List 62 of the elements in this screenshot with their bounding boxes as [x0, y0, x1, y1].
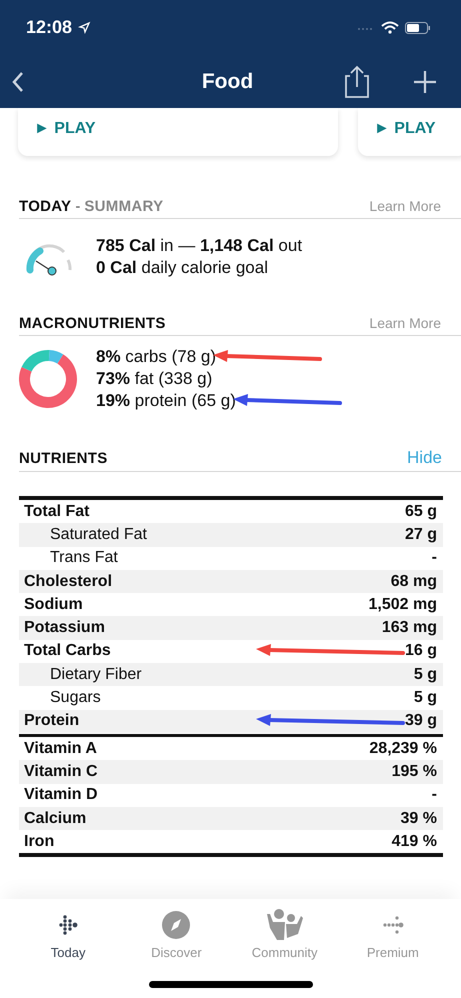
- nutrient-value: -: [432, 549, 437, 568]
- nutrient-value: 195 %: [392, 762, 437, 781]
- nutrient-name: Protein: [24, 712, 80, 730]
- compass-icon: [161, 910, 192, 940]
- macro-summary: 19% protein (65 g): [96, 391, 236, 411]
- dots-icon: [382, 914, 404, 936]
- nutrient-name: Trans Fat: [49, 549, 118, 568]
- battery-icon: [405, 22, 431, 34]
- nutrient-name: Vitamin D: [24, 786, 98, 804]
- tab-item[interactable]: Community: [240, 909, 330, 967]
- learn-more-link[interactable]: Learn More: [369, 198, 461, 214]
- tab-item[interactable]: Discover: [131, 909, 222, 967]
- nutrient-value: 5 g: [414, 666, 437, 684]
- section-title: TODAY: [19, 198, 72, 215]
- fitbit-dots-icon: [57, 914, 80, 936]
- learn-more-link[interactable]: Learn More: [369, 315, 461, 331]
- play-button[interactable]: ► PLAY: [374, 120, 436, 138]
- calorie-summary: 0 Cal daily calorie goal: [96, 257, 269, 279]
- nutrient-value: 68 mg: [390, 572, 437, 591]
- nutrient-value: 65 g: [404, 502, 437, 521]
- nutrient-value: 28,239 %: [369, 740, 437, 758]
- calorie-summary: 785 Cal in — 1,148 Cal out: [96, 235, 302, 257]
- add-icon[interactable]: [413, 70, 437, 94]
- nutrient-value: 39 g: [404, 712, 437, 730]
- nutrient-name: Sodium: [24, 596, 83, 614]
- section-title: MACRONUTRIENTS: [19, 315, 166, 332]
- macro-summary: 73% fat (338 g): [96, 369, 212, 389]
- nutrient-value: 1,502 mg: [368, 596, 437, 614]
- nutrient-value: 419 %: [392, 832, 437, 851]
- wifi-icon: [381, 21, 399, 34]
- screen-title: Food: [200, 70, 254, 94]
- nutrient-value: 27 g: [404, 526, 437, 544]
- nutrient-name: Total Fat: [24, 502, 90, 521]
- nutrient-value: -: [432, 786, 437, 804]
- people-icon: [264, 908, 305, 942]
- tab-item[interactable]: Premium: [348, 909, 438, 967]
- share-icon[interactable]: [343, 64, 371, 98]
- nutrient-name: Saturated Fat: [49, 526, 147, 544]
- location-icon: [78, 21, 92, 34]
- nutrient-name: Vitamin C: [24, 762, 98, 781]
- nutrient-value: 163 mg: [382, 619, 437, 638]
- nutrient-name: Calcium: [24, 810, 86, 828]
- nutrient-name: Cholesterol: [24, 572, 112, 591]
- nutrient-name: Vitamin A: [24, 740, 97, 758]
- play-button[interactable]: ► PLAY: [34, 120, 96, 138]
- nutrient-name: Total Carbs: [24, 642, 111, 660]
- section-title: NUTRIENTS: [19, 450, 108, 467]
- nutrient-name: Dietary Fiber: [49, 666, 142, 684]
- nutrient-value: 39 %: [400, 810, 437, 828]
- nutrient-value: 5 g: [414, 689, 437, 708]
- section-subtitle: SUMMARY: [84, 198, 164, 215]
- donut-chart-drawing: [18, 349, 78, 409]
- nutrient-name: Sugars: [49, 689, 101, 708]
- nutrient-name: Iron: [24, 832, 54, 851]
- tab-item[interactable]: Today: [23, 909, 114, 967]
- nutrient-name: Potassium: [24, 619, 105, 638]
- hide-link[interactable]: Hide: [407, 448, 461, 468]
- back-icon[interactable]: [12, 70, 24, 92]
- title-separator: -: [75, 198, 80, 215]
- status-time: 12:08: [26, 17, 72, 38]
- macro-summary: 8% carbs (78 g): [96, 347, 216, 367]
- nutrient-value: 16 g: [404, 642, 437, 660]
